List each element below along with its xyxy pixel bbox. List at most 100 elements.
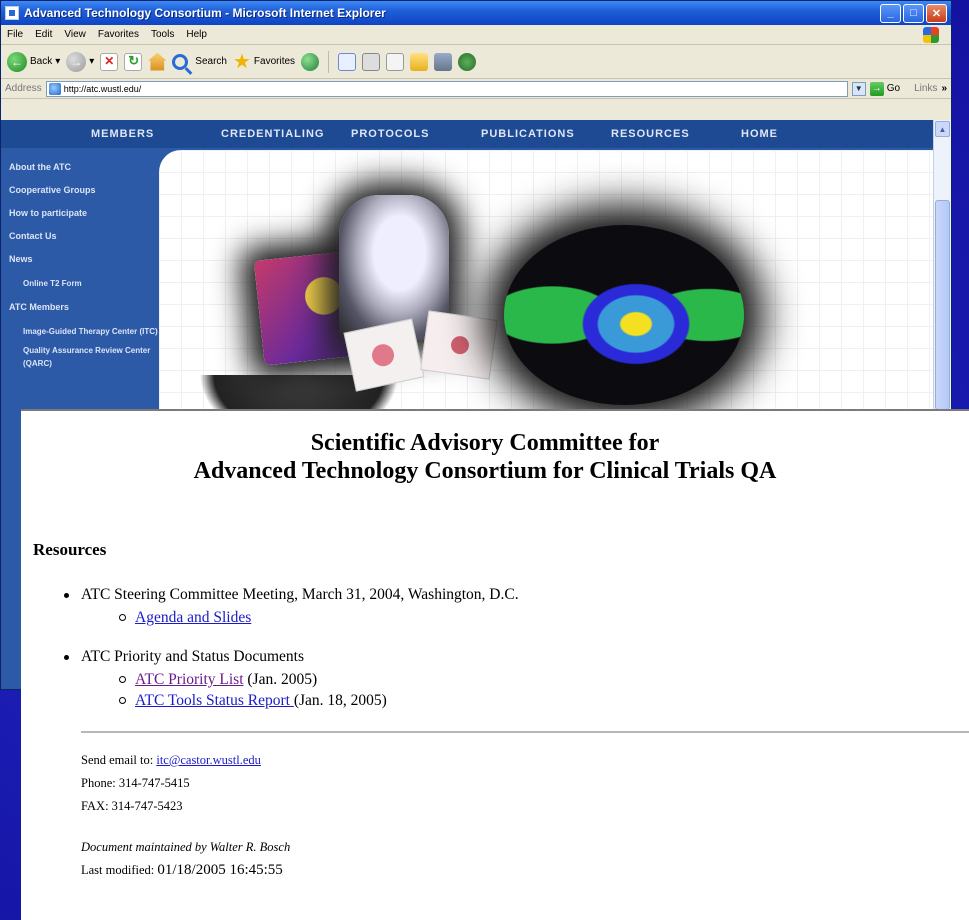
favorites-label: Favorites (253, 56, 296, 67)
windows-logo-icon (923, 27, 939, 43)
search-button[interactable]: Search (172, 53, 227, 70)
nav-protocols[interactable]: PROTOCOLS (351, 128, 481, 140)
side-link-news[interactable]: News (9, 248, 159, 271)
address-value: http://atc.wustl.edu/ (63, 83, 142, 94)
maximize-icon[interactable]: □ (903, 3, 924, 23)
status-report-link[interactable]: ATC Tools Status Report (135, 692, 294, 709)
address-bar: Address http://atc.wustl.edu/ ▼ → Go Lin… (1, 79, 951, 99)
favorites-star-icon: ★ (232, 50, 251, 73)
list-item: ATC Steering Committee Meeting, March 31… (61, 586, 969, 628)
list-item: ATC Priority and Status Documents ATC Pr… (61, 648, 969, 711)
edit-icon[interactable] (386, 52, 405, 71)
links-label[interactable]: Links (914, 83, 937, 94)
back-label: Back (30, 56, 53, 67)
resources-list: ATC Steering Committee Meeting, March 31… (61, 586, 969, 711)
maintainer-line: Document maintained by Walter R. Bosch (81, 840, 291, 854)
page-icon (48, 82, 61, 95)
scroll-thumb[interactable] (935, 200, 950, 410)
research-icon[interactable] (434, 52, 453, 71)
forward-button[interactable]: → ▾ (66, 51, 94, 72)
last-modified-line: Last modified: 01/18/2005 16:45:55 (81, 859, 969, 882)
page-title: Scientific Advisory Committee for Advanc… (21, 429, 969, 485)
stop-icon[interactable] (100, 52, 119, 71)
links-chevron-icon[interactable]: » (941, 83, 947, 94)
link-note: (Jan. 2005) (247, 671, 318, 688)
chevron-down-icon[interactable]: ▾ (55, 56, 60, 67)
minimize-icon[interactable]: _ (880, 3, 901, 23)
menu-view[interactable]: View (64, 29, 86, 40)
go-arrow-icon: → (869, 81, 884, 96)
forward-arrow-icon: → (66, 51, 87, 72)
priority-list-link[interactable]: ATC Priority List (135, 671, 244, 688)
hero-image-film-2 (420, 310, 498, 380)
title-line-2: Advanced Technology Consortium for Clini… (193, 458, 777, 484)
sub-list-item: ATC Priority List (Jan. 2005) (119, 669, 969, 690)
agenda-link[interactable]: Agenda and Slides (135, 609, 251, 626)
email-line: Send email to: itc@castor.wustl.edu (81, 749, 969, 772)
menu-bar: File Edit View Favorites Tools Help (1, 25, 951, 45)
chevron-down-icon[interactable]: ▾ (89, 56, 94, 67)
nav-credentialing[interactable]: CREDENTIALING (221, 128, 351, 140)
mail-icon[interactable] (338, 52, 357, 71)
side-link-members[interactable]: ATC Members (9, 296, 159, 319)
address-label: Address (5, 83, 42, 94)
media-icon[interactable] (301, 52, 320, 71)
sub-list: ATC Priority List (Jan. 2005) ATC Tools … (119, 669, 969, 711)
hero-image-film-1 (343, 318, 425, 392)
menu-edit[interactable]: Edit (35, 29, 52, 40)
side-link-online-form[interactable]: Online T2 Form (9, 277, 159, 290)
go-label: Go (886, 83, 901, 94)
contact-footer: Send email to: itc@castor.wustl.edu Phon… (81, 749, 969, 882)
menu-favorites[interactable]: Favorites (98, 29, 139, 40)
link-note: (Jan. 18, 2005) (293, 692, 387, 709)
item-text: ATC Steering Committee Meeting, March 31… (81, 586, 519, 603)
go-button[interactable]: → Go (869, 81, 901, 96)
title-line-1: Scientific Advisory Committee for (310, 430, 660, 456)
modified-value: 01/18/2005 16:45:55 (157, 862, 283, 878)
close-icon[interactable]: ✕ (926, 3, 947, 23)
menu-tools[interactable]: Tools (151, 29, 174, 40)
phone-line: Phone: 314-747-5415 (81, 776, 190, 790)
side-link-about[interactable]: About the ATC (9, 156, 159, 179)
menu-file[interactable]: File (7, 29, 23, 40)
favorites-button[interactable]: ★ Favorites (232, 50, 296, 73)
nav-home[interactable]: HOME (741, 128, 871, 140)
title-bar: Advanced Technology Consortium - Microso… (1, 1, 951, 25)
item-text: ATC Priority and Status Documents (81, 648, 305, 665)
print-icon[interactable] (362, 52, 381, 71)
folder-icon[interactable] (410, 52, 429, 71)
sub-list-item: ATC Tools Status Report (Jan. 18, 2005) (119, 690, 969, 711)
email-label: Send email to: (81, 753, 157, 767)
site-nav: MEMBERS CREDENTIALING PROTOCOLS PUBLICAT… (1, 120, 951, 148)
scroll-up-icon[interactable]: ▲ (935, 121, 950, 137)
back-arrow-icon: ← (7, 51, 27, 72)
menu-help[interactable]: Help (186, 29, 207, 40)
side-link-igtc[interactable]: Image-Guided Therapy Center (ITC) (9, 325, 159, 338)
sub-list-item: Agenda and Slides (119, 607, 969, 628)
side-link-participate[interactable]: How to participate (9, 202, 159, 225)
back-button[interactable]: ← Back ▾ (7, 51, 60, 72)
resources-document: Scientific Advisory Committee for Advanc… (21, 409, 969, 920)
address-input[interactable]: http://atc.wustl.edu/ (45, 80, 848, 97)
side-link-contact[interactable]: Contact Us (9, 225, 159, 248)
messenger-icon[interactable] (458, 52, 477, 71)
nav-publications[interactable]: PUBLICATIONS (481, 128, 611, 140)
nav-resources[interactable]: RESOURCES (611, 128, 741, 140)
sub-list: Agenda and Slides (119, 607, 969, 628)
refresh-icon[interactable] (124, 52, 143, 71)
search-label: Search (195, 56, 227, 67)
nav-members[interactable]: MEMBERS (91, 128, 221, 140)
address-dropdown-icon[interactable]: ▼ (851, 81, 866, 96)
home-icon[interactable] (148, 52, 167, 71)
modified-label: Last modified: (81, 863, 158, 877)
divider (81, 731, 969, 733)
ie-page-icon (5, 6, 19, 20)
side-link-groups[interactable]: Cooperative Groups (9, 179, 159, 202)
toolbar: ← Back ▾ → ▾ Search ★ Favorites (1, 45, 951, 79)
email-link[interactable]: itc@castor.wustl.edu (156, 753, 261, 767)
window-title: Advanced Technology Consortium - Microso… (24, 6, 386, 20)
side-link-qarc[interactable]: Quality Assurance Review Center (QARC) (9, 344, 159, 370)
toolbar-separator (328, 50, 330, 73)
section-heading: Resources (33, 540, 107, 559)
hero-image-3d-render (504, 225, 744, 405)
